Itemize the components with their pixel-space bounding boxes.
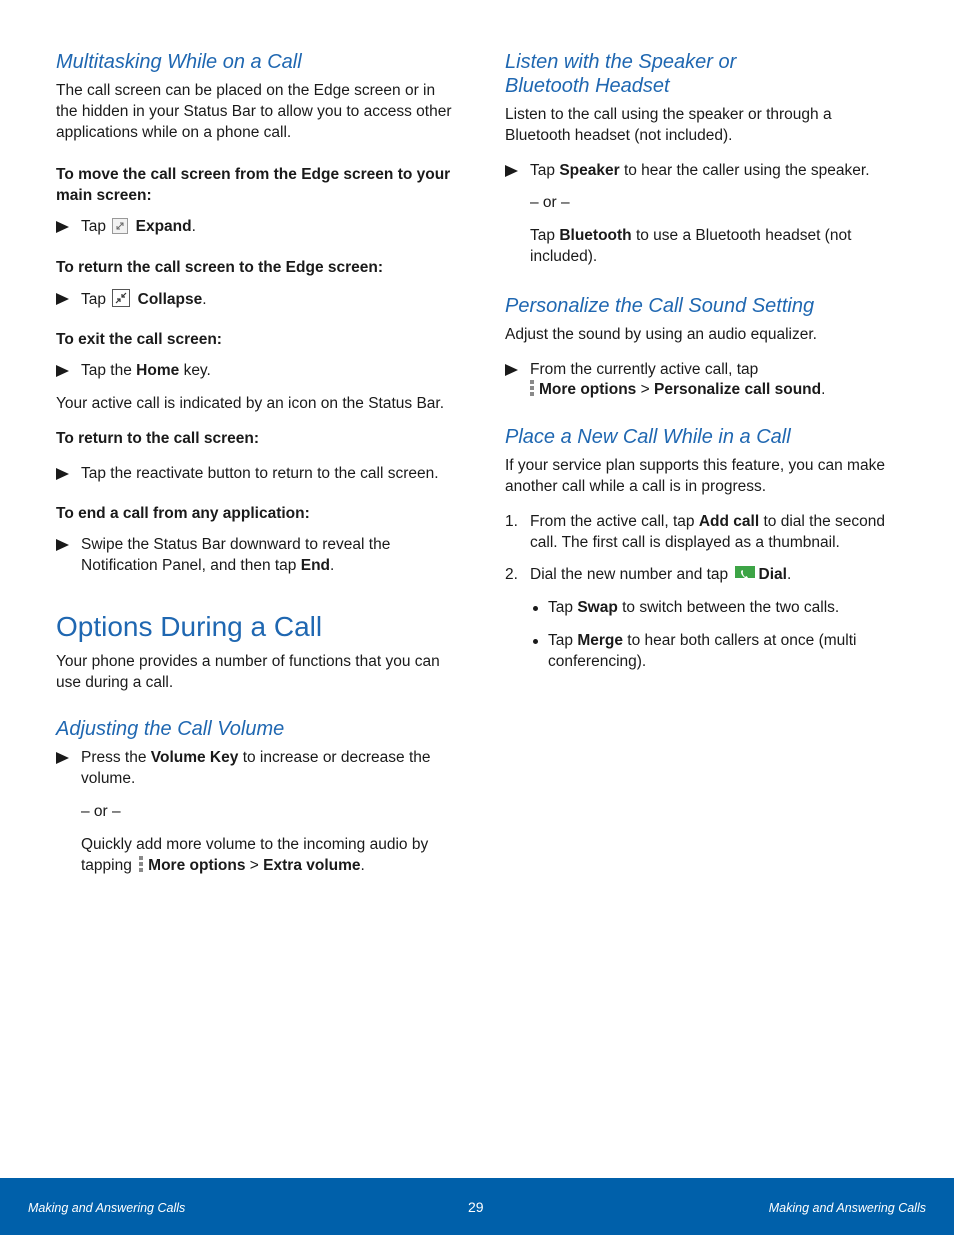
collapse-icon <box>112 288 131 307</box>
return-call-step: Tap the reactivate button to return to t… <box>56 464 456 485</box>
heading-speaker-bluetooth: Listen with the Speaker or Bluetooth Hea… <box>505 51 737 97</box>
arrow-bullet-icon <box>56 539 69 552</box>
exit-label: To exit the call screen: <box>56 331 222 349</box>
heading-new-call: Place a New Call While in a Call <box>505 426 791 449</box>
bullet-dot-icon <box>533 638 538 644</box>
return-call-label: To return to the call screen: <box>56 429 259 447</box>
heading-options-during-call: Options During a Call <box>56 610 323 642</box>
move-step: Tap Expand. <box>56 217 456 238</box>
exit-step: Tap the Home key. <box>56 361 456 382</box>
bullet-dot-icon <box>533 606 538 612</box>
footer-section-left: Making and Answering Calls <box>28 1201 186 1215</box>
end-call-label: To end a call from any application: <box>56 505 310 523</box>
speaker-or: – or – <box>530 194 570 212</box>
arrow-bullet-icon <box>505 164 518 177</box>
footer-section-right: Making and Answering Calls <box>768 1201 926 1215</box>
return-edge-label: To return the call screen to the Edge sc… <box>56 258 384 276</box>
bullet-item: Tap Merge to hear both callers at once (… <box>505 631 885 673</box>
heading-multitasking: Multitasking While on a Call <box>56 51 302 73</box>
page-footer: Making and Answering Calls 29 Making and… <box>0 1178 954 1235</box>
newcall-intro: If your service plan supports this featu… <box>505 457 885 495</box>
dial-phone-icon <box>734 566 755 579</box>
bullet-item: Tap Swap to switch between the two calls… <box>505 598 885 619</box>
active-call-note: Your active call is indicated by an icon… <box>56 394 445 412</box>
numbered-step: 1. From the active call, tap Add call to… <box>505 512 885 551</box>
options-intro: Your phone provides a number of function… <box>56 652 440 691</box>
extra-volume-step: Quickly add more volume to the incoming … <box>81 835 429 874</box>
speaker-intro: Listen to the call using the speaker or … <box>505 106 832 144</box>
move-label: To move the call screen from the Edge sc… <box>56 166 451 205</box>
heading-call-sound: Personalize the Call Sound Setting <box>505 294 815 317</box>
left-column: Multitasking While on a Call The call sc… <box>56 50 456 888</box>
arrow-bullet-icon <box>56 467 69 480</box>
expand-icon <box>112 217 129 234</box>
heading-call-volume: Adjusting the Call Volume <box>56 718 285 741</box>
more-options-icon <box>530 380 534 398</box>
numbered-step: 2. Dial the new number and tap Dial. <box>505 566 792 584</box>
arrow-bullet-icon <box>56 365 69 378</box>
arrow-bullet-icon <box>56 220 69 233</box>
page-number: 29 <box>468 1199 484 1215</box>
arrow-bullet-icon <box>56 292 69 305</box>
volume-step: Press the Volume Key to increase or decr… <box>56 748 456 790</box>
bluetooth-step: Tap Bluetooth to use a Bluetooth headset… <box>530 227 852 265</box>
right-column: Listen with the Speaker or Bluetooth Hea… <box>505 50 885 685</box>
multitasking-intro: The call screen can be placed on the Edg… <box>56 82 452 141</box>
arrow-bullet-icon <box>56 752 69 765</box>
return-edge-step: Tap Collapse. <box>56 288 456 311</box>
sound-intro: Adjust the sound by using an audio equal… <box>505 325 817 343</box>
sound-step: From the currently active call, tap More… <box>505 360 885 402</box>
arrow-bullet-icon <box>505 363 518 376</box>
end-call-step: Swipe the Status Bar downward to reveal … <box>56 535 456 577</box>
volume-or: – or – <box>81 802 121 820</box>
speaker-step: Tap Speaker to hear the caller using the… <box>505 161 885 182</box>
more-options-icon <box>139 855 144 873</box>
